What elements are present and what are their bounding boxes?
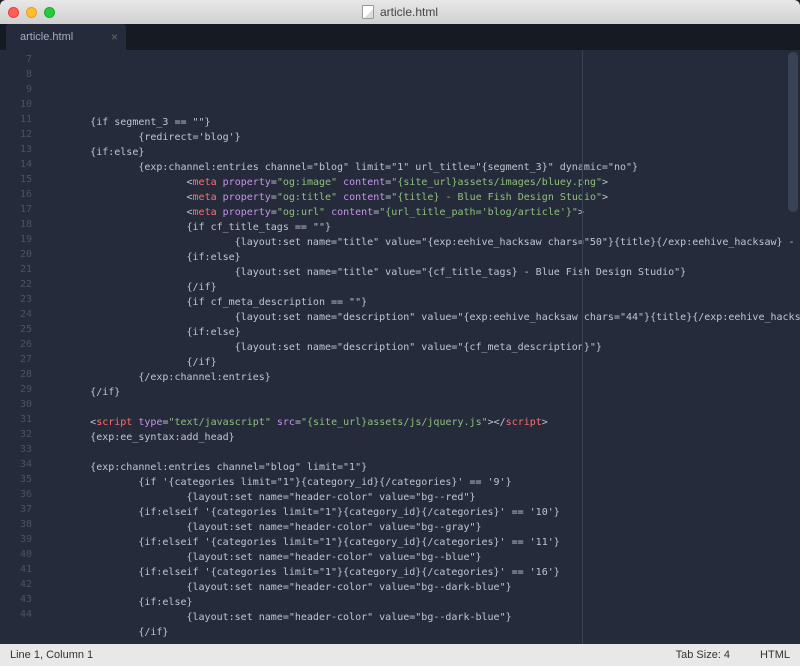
line-number: 12 (0, 127, 42, 142)
line-number: 29 (0, 382, 42, 397)
code-line[interactable]: {if:else} (42, 145, 800, 160)
code-line[interactable]: {if:else} (42, 325, 800, 340)
line-number: 14 (0, 157, 42, 172)
status-bar: Line 1, Column 1 Tab Size: 4 HTML (0, 644, 800, 666)
code-line[interactable]: {/exp:channel:entries} (42, 370, 800, 385)
line-number: 44 (0, 607, 42, 622)
line-number: 31 (0, 412, 42, 427)
code-line[interactable] (42, 445, 800, 460)
code-line[interactable]: {layout:set name="description" value="{e… (42, 310, 800, 325)
line-number: 40 (0, 547, 42, 562)
line-number: 23 (0, 292, 42, 307)
line-number: 36 (0, 487, 42, 502)
line-number: 20 (0, 247, 42, 262)
code-area[interactable]: {if segment_3 == ""} {redirect='blog'} {… (42, 50, 800, 644)
line-number: 15 (0, 172, 42, 187)
code-line[interactable]: {layout:set name="header-color" value="b… (42, 520, 800, 535)
line-number: 26 (0, 337, 42, 352)
window-titlebar: article.html (0, 0, 800, 24)
line-number: 28 (0, 367, 42, 382)
code-line[interactable]: {/if} (42, 625, 800, 640)
line-number: 35 (0, 472, 42, 487)
code-line[interactable]: {/if} (42, 385, 800, 400)
code-line[interactable]: {if '{categories limit="1"}{category_id}… (42, 475, 800, 490)
tab-label: article.html (20, 31, 73, 43)
line-number: 13 (0, 142, 42, 157)
line-number: 42 (0, 577, 42, 592)
line-gutter: 7891011121314151617181920212223242526272… (0, 50, 42, 644)
code-line[interactable]: {layout:set name="header-color" value="b… (42, 610, 800, 625)
code-line[interactable]: <meta property="og:url" content="{url_ti… (42, 205, 800, 220)
line-number: 8 (0, 67, 42, 82)
line-number: 24 (0, 307, 42, 322)
code-line[interactable]: {if cf_title_tags == ""} (42, 220, 800, 235)
line-number: 10 (0, 97, 42, 112)
code-line[interactable] (42, 100, 800, 115)
line-number: 27 (0, 352, 42, 367)
tab-size-indicator[interactable]: Tab Size: 4 (676, 649, 730, 661)
code-line[interactable]: {if:elseif '{categories limit="1"}{categ… (42, 565, 800, 580)
line-number: 32 (0, 427, 42, 442)
vertical-scrollbar[interactable] (788, 52, 798, 212)
code-line[interactable]: {layout:set name="description" value="{c… (42, 340, 800, 355)
code-line[interactable]: {exp:channel:entries channel="blog" limi… (42, 460, 800, 475)
line-number: 11 (0, 112, 42, 127)
close-icon[interactable]: × (111, 31, 118, 43)
code-line[interactable]: {exp:channel:entries channel="blog" limi… (42, 160, 800, 175)
code-line[interactable] (42, 85, 800, 100)
line-number: 22 (0, 277, 42, 292)
code-line[interactable]: {layout:set name="header-color" value="b… (42, 490, 800, 505)
syntax-indicator[interactable]: HTML (760, 649, 790, 661)
code-line[interactable]: {/if} (42, 280, 800, 295)
code-line[interactable] (42, 640, 800, 644)
line-number: 25 (0, 322, 42, 337)
code-line[interactable]: {layout:set name="title" value="{exp:eeh… (42, 235, 800, 250)
line-number: 9 (0, 82, 42, 97)
line-number: 19 (0, 232, 42, 247)
close-window-button[interactable] (8, 7, 19, 18)
line-number: 17 (0, 202, 42, 217)
cursor-position[interactable]: Line 1, Column 1 (10, 649, 93, 661)
line-number: 18 (0, 217, 42, 232)
line-number: 30 (0, 397, 42, 412)
line-number: 21 (0, 262, 42, 277)
code-line[interactable]: {/if} (42, 355, 800, 370)
line-number: 7 (0, 52, 42, 67)
editor[interactable]: 7891011121314151617181920212223242526272… (0, 50, 800, 644)
code-line[interactable]: {if:else} (42, 595, 800, 610)
file-tab[interactable]: article.html × (6, 24, 126, 50)
code-line[interactable]: {if:elseif '{categories limit="1"}{categ… (42, 505, 800, 520)
window-title: article.html (380, 5, 438, 19)
line-number: 34 (0, 457, 42, 472)
line-number: 37 (0, 502, 42, 517)
code-line[interactable]: {if segment_3 == ""} (42, 115, 800, 130)
code-line[interactable]: <meta property="og:image" content="{site… (42, 175, 800, 190)
titlebar-title: article.html (362, 5, 438, 19)
tab-bar: article.html × (0, 24, 800, 50)
file-icon (362, 5, 374, 19)
code-line[interactable]: <script type="text/javascript" src="{sit… (42, 415, 800, 430)
code-line[interactable]: <meta property="og:title" content="{titl… (42, 190, 800, 205)
code-line[interactable]: {layout:set name="header-color" value="b… (42, 550, 800, 565)
code-line[interactable]: {if:else} (42, 250, 800, 265)
line-number: 16 (0, 187, 42, 202)
line-number: 39 (0, 532, 42, 547)
code-line[interactable]: {exp:ee_syntax:add_head} (42, 430, 800, 445)
maximize-window-button[interactable] (44, 7, 55, 18)
code-line[interactable]: {layout:set name="header-color" value="b… (42, 580, 800, 595)
code-line[interactable]: {redirect='blog'} (42, 130, 800, 145)
line-number: 33 (0, 442, 42, 457)
code-line[interactable]: {layout:set name="title" value="{cf_titl… (42, 265, 800, 280)
code-line[interactable]: {if cf_meta_description == ""} (42, 295, 800, 310)
line-number: 41 (0, 562, 42, 577)
minimize-window-button[interactable] (26, 7, 37, 18)
traffic-lights (8, 7, 55, 18)
line-number: 43 (0, 592, 42, 607)
code-line[interactable] (42, 400, 800, 415)
code-line[interactable]: {if:elseif '{categories limit="1"}{categ… (42, 535, 800, 550)
line-number: 38 (0, 517, 42, 532)
